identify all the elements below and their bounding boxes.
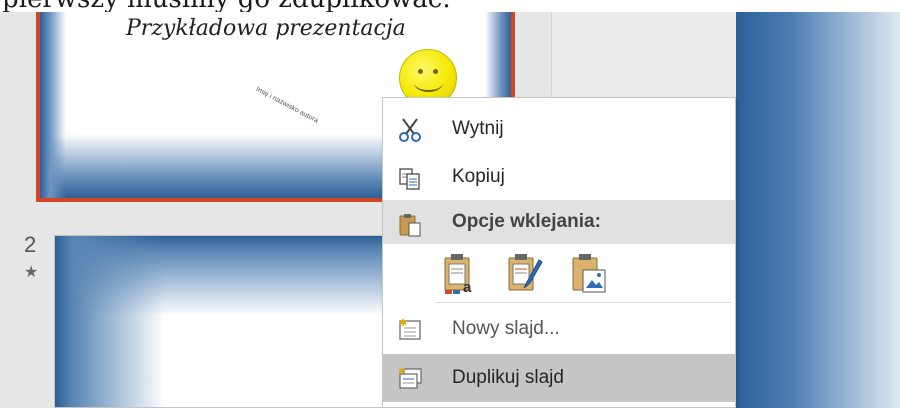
- slide-canvas-edge[interactable]: [736, 12, 900, 408]
- menu-section-paste-options: Opcje wklejania:: [383, 200, 735, 244]
- caption-text: pierwszy musimy go zduplikować.: [2, 0, 451, 12]
- menu-item-label: Kopiuj: [452, 166, 505, 187]
- svg-text:✱: ✱: [398, 367, 406, 377]
- scissors-icon: [399, 118, 421, 142]
- smiley-mouth: [414, 74, 443, 92]
- clipboard-icon: [399, 214, 421, 237]
- animation-star-icon: ★: [24, 264, 39, 281]
- paste-keep-source-formatting-icon[interactable]: [505, 252, 545, 296]
- menu-item-label: Nowy slajd...: [452, 318, 560, 339]
- svg-text:✱: ✱: [399, 318, 407, 329]
- paste-use-destination-theme-icon[interactable]: a: [441, 252, 481, 296]
- slide-number-2: 2: [24, 232, 37, 257]
- context-menu: Wytnij Kopiuj Opcje wklejania: a ✱ Nowy …: [382, 97, 736, 408]
- menu-item-new-slide[interactable]: ✱ Nowy slajd...: [383, 305, 735, 353]
- menu-separator: [435, 302, 731, 303]
- menu-item-label: Duplikuj slajd: [452, 367, 564, 388]
- duplicate-slide-icon: ✱: [398, 367, 422, 389]
- paste-picture-icon[interactable]: [569, 252, 609, 296]
- paste-options-row: a: [383, 246, 735, 300]
- slide-title: Przykładowa prezentacja: [126, 16, 406, 41]
- new-slide-icon: ✱: [399, 318, 421, 340]
- menu-item-duplicate-slide[interactable]: ✱ Duplikuj slajd: [383, 354, 735, 402]
- menu-section-label: Opcje wklejania:: [452, 211, 601, 232]
- svg-text:a: a: [463, 279, 472, 296]
- menu-item-copy[interactable]: Kopiuj: [383, 153, 735, 201]
- menu-item-cut[interactable]: Wytnij: [383, 105, 735, 153]
- menu-item-label: Wytnij: [452, 118, 504, 139]
- copy-icon: [399, 168, 420, 190]
- caption-fragment: pierwszy musimy go zduplikować.: [0, 0, 900, 12]
